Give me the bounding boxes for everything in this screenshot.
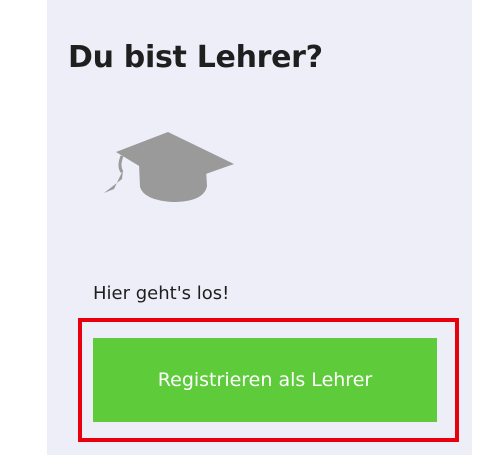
page: Du bist Lehrer? Hier geht's los! Registr… [0,0,487,455]
graduation-cap-icon [104,132,234,202]
register-as-teacher-button[interactable]: Registrieren als Lehrer [93,338,437,422]
card-subtext: Hier geht's los! [93,283,230,304]
card-title: Du bist Lehrer? [68,40,323,75]
